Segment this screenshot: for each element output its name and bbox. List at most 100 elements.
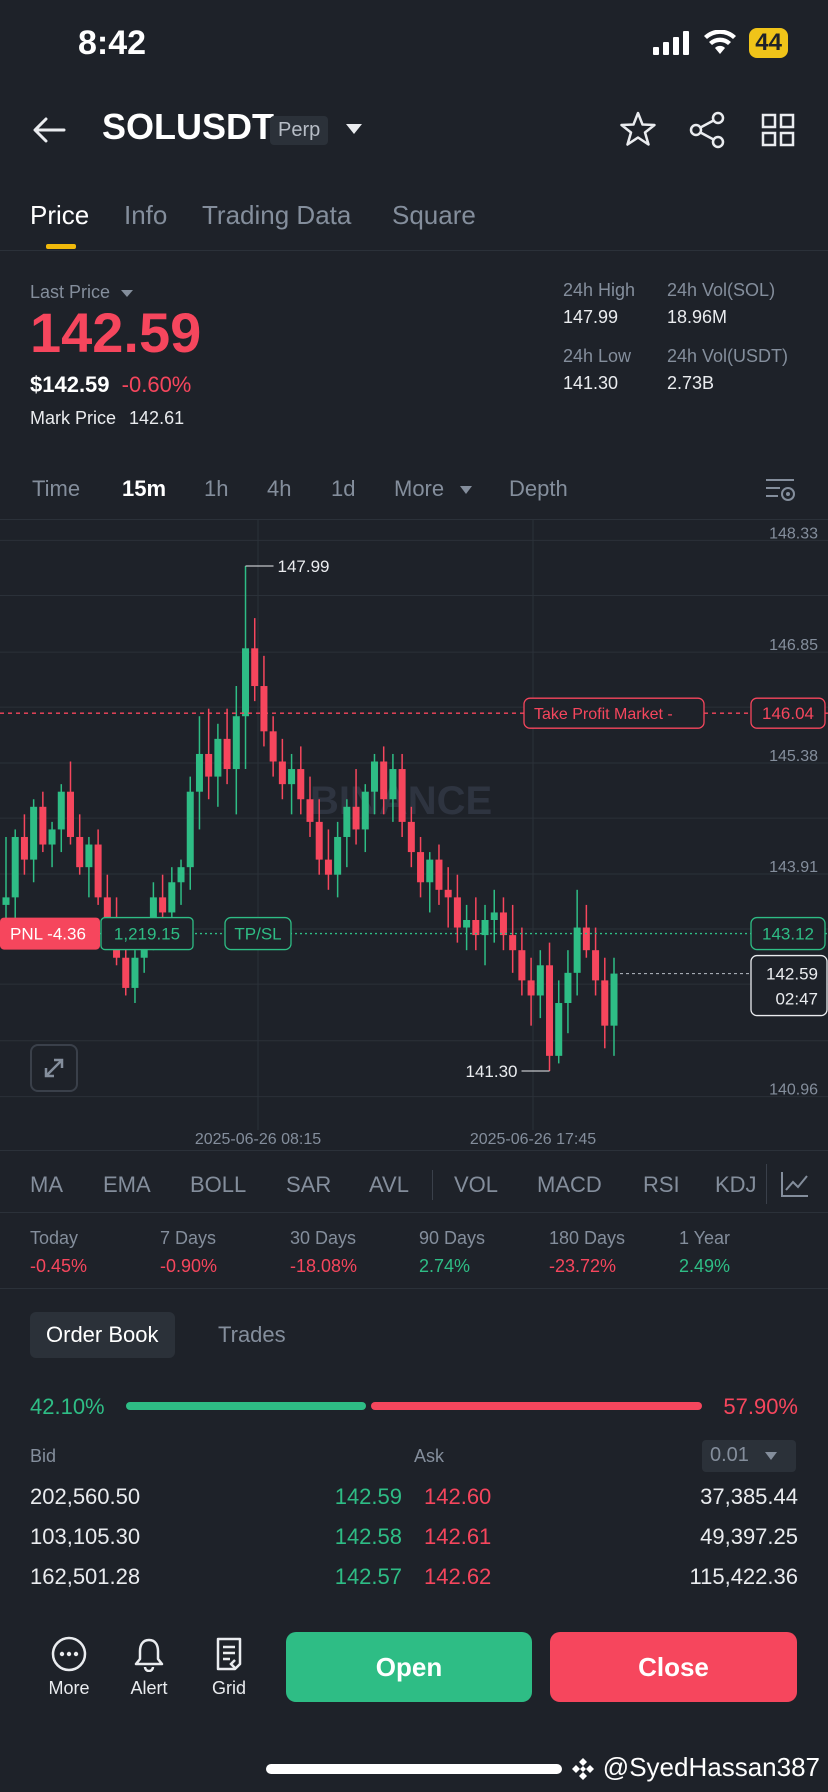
- indicator-ma[interactable]: MA: [30, 1172, 63, 1198]
- x-axis-tick: 2025-06-26 17:45: [470, 1131, 596, 1148]
- tab-trades[interactable]: Trades: [202, 1312, 302, 1358]
- fullscreen-button[interactable]: [30, 1044, 78, 1092]
- candle-body: [168, 882, 176, 913]
- candle-body: [11, 836, 19, 898]
- back-arrow-icon[interactable]: [30, 110, 70, 150]
- candle-body: [205, 753, 213, 777]
- tab-info[interactable]: Info: [124, 200, 167, 231]
- candle-body: [582, 927, 590, 951]
- more-caret-icon: [460, 486, 473, 495]
- mark-price-label: Mark Price: [30, 408, 117, 428]
- candle-body: [435, 859, 443, 890]
- candle-body: [398, 769, 406, 822]
- candle-body: [251, 648, 259, 687]
- bid-price: 142.57: [334, 1564, 402, 1589]
- usd-price-row: $142.59 -0.60%: [30, 372, 191, 398]
- mark-price: 142.61: [129, 408, 185, 428]
- tab-trading-data[interactable]: Trading Data: [202, 200, 351, 231]
- grid-button[interactable]: Grid: [194, 1636, 264, 1699]
- candle-body: [94, 844, 102, 898]
- candle-body: [85, 844, 93, 868]
- tpsl-label: TP/SL: [234, 925, 281, 944]
- timeframe-depth[interactable]: Depth: [509, 476, 568, 502]
- candle-body: [20, 836, 28, 860]
- candle-body: [555, 1003, 563, 1056]
- candle-body: [306, 799, 314, 822]
- alert-button[interactable]: Alert: [114, 1636, 184, 1699]
- low-24h-label: 24h Low: [563, 346, 632, 366]
- position-price: 143.12: [762, 925, 814, 944]
- candle-body: [315, 821, 323, 860]
- high-marker-label: 147.99: [278, 557, 330, 576]
- star-icon[interactable]: [616, 108, 660, 152]
- candle-body: [278, 761, 286, 785]
- candle-body: [536, 965, 544, 996]
- home-indicator[interactable]: [266, 1764, 562, 1774]
- indicator-rsi[interactable]: RSI: [643, 1172, 680, 1198]
- candle-body: [76, 836, 84, 868]
- close-button[interactable]: Close: [550, 1632, 797, 1702]
- bid-price: 142.59: [334, 1484, 402, 1509]
- indicator-kdj[interactable]: KDJ: [715, 1172, 757, 1198]
- precision-select[interactable]: 0.01: [702, 1440, 796, 1472]
- tab-price[interactable]: Price: [30, 200, 89, 231]
- candle-body: [490, 912, 498, 920]
- tab-order-book[interactable]: Order Book: [30, 1312, 175, 1358]
- candle-body: [463, 920, 471, 928]
- indicator-avl[interactable]: AVL: [369, 1172, 409, 1198]
- grid-layout-icon[interactable]: [756, 108, 800, 152]
- indicator-sar[interactable]: SAR: [286, 1172, 331, 1198]
- indicator-macd[interactable]: MACD: [537, 1172, 602, 1198]
- y-axis-tick: 145.38: [769, 748, 818, 765]
- indicator-boll[interactable]: BOLL: [190, 1172, 246, 1198]
- bid-header: Bid: [30, 1446, 57, 1466]
- vol-usdt-value: 2.73B: [667, 373, 715, 393]
- indicator-ema[interactable]: EMA: [103, 1172, 151, 1198]
- candle-body: [426, 859, 434, 883]
- performance-label: Today: [30, 1228, 79, 1248]
- candle-body: [389, 769, 397, 800]
- candle-body: [352, 806, 360, 830]
- tab-square[interactable]: Square: [392, 200, 476, 231]
- more-button[interactable]: More: [34, 1636, 104, 1699]
- ask-quantity: 37,385.44: [700, 1484, 798, 1509]
- performance-label: 90 Days: [419, 1228, 486, 1248]
- share-icon[interactable]: [686, 108, 730, 152]
- timeframe-more[interactable]: More: [394, 476, 473, 502]
- vol-usdt-label: 24h Vol(USDT): [667, 346, 789, 366]
- performance-value: 2.74%: [419, 1256, 471, 1276]
- timeframe-15m[interactable]: 15m: [122, 476, 166, 502]
- candle-body: [509, 935, 517, 951]
- orderbook-row[interactable]: 103,105.30 142.58 142.61 49,397.25: [0, 1524, 828, 1564]
- pair-title[interactable]: SOLUSDT: [102, 106, 274, 148]
- orderbook-row[interactable]: 162,501.28 142.57 142.62 115,422.36: [0, 1564, 828, 1604]
- candle-body: [39, 806, 47, 845]
- tabs-divider: [0, 250, 828, 251]
- candlestick-chart[interactable]: 148.33 146.85 145.38 143.91 140.96 2025-06-26…: [0, 520, 828, 1150]
- timeframe-time[interactable]: Time: [32, 476, 80, 502]
- candle-body: [2, 897, 10, 905]
- candle-body: [57, 791, 65, 830]
- take-profit-label: Take Profit Market -: [534, 706, 673, 723]
- mark-price-row: Mark Price 142.61: [30, 408, 184, 429]
- chart-settings-icon[interactable]: [764, 476, 796, 504]
- indicator-settings-icon[interactable]: [780, 1170, 810, 1198]
- performance-value: -23.72%: [549, 1256, 617, 1276]
- y-axis-tick: 140.96: [769, 1082, 818, 1099]
- take-profit-price: 146.04: [762, 704, 814, 723]
- timeframe-4h[interactable]: 4h: [267, 476, 291, 502]
- performance-label: 7 Days: [160, 1228, 217, 1248]
- timeframe-1d[interactable]: 1d: [331, 476, 355, 502]
- timeframe-1h[interactable]: 1h: [204, 476, 228, 502]
- open-button[interactable]: Open: [286, 1632, 532, 1702]
- last-price-caret-icon: [121, 289, 134, 297]
- orderbook-row[interactable]: 202,560.50 142.59 142.60 37,385.44: [0, 1484, 828, 1524]
- candle-body: [573, 927, 581, 973]
- vol-sol-value: 18.96M: [667, 307, 728, 327]
- indicator-edge-separator: [766, 1164, 767, 1204]
- indicator-vol[interactable]: VOL: [454, 1172, 498, 1198]
- pair-dropdown-icon[interactable]: [346, 124, 362, 134]
- candle-body: [297, 769, 305, 800]
- ask-ratio-bar: [371, 1402, 702, 1410]
- candle-body: [324, 859, 332, 875]
